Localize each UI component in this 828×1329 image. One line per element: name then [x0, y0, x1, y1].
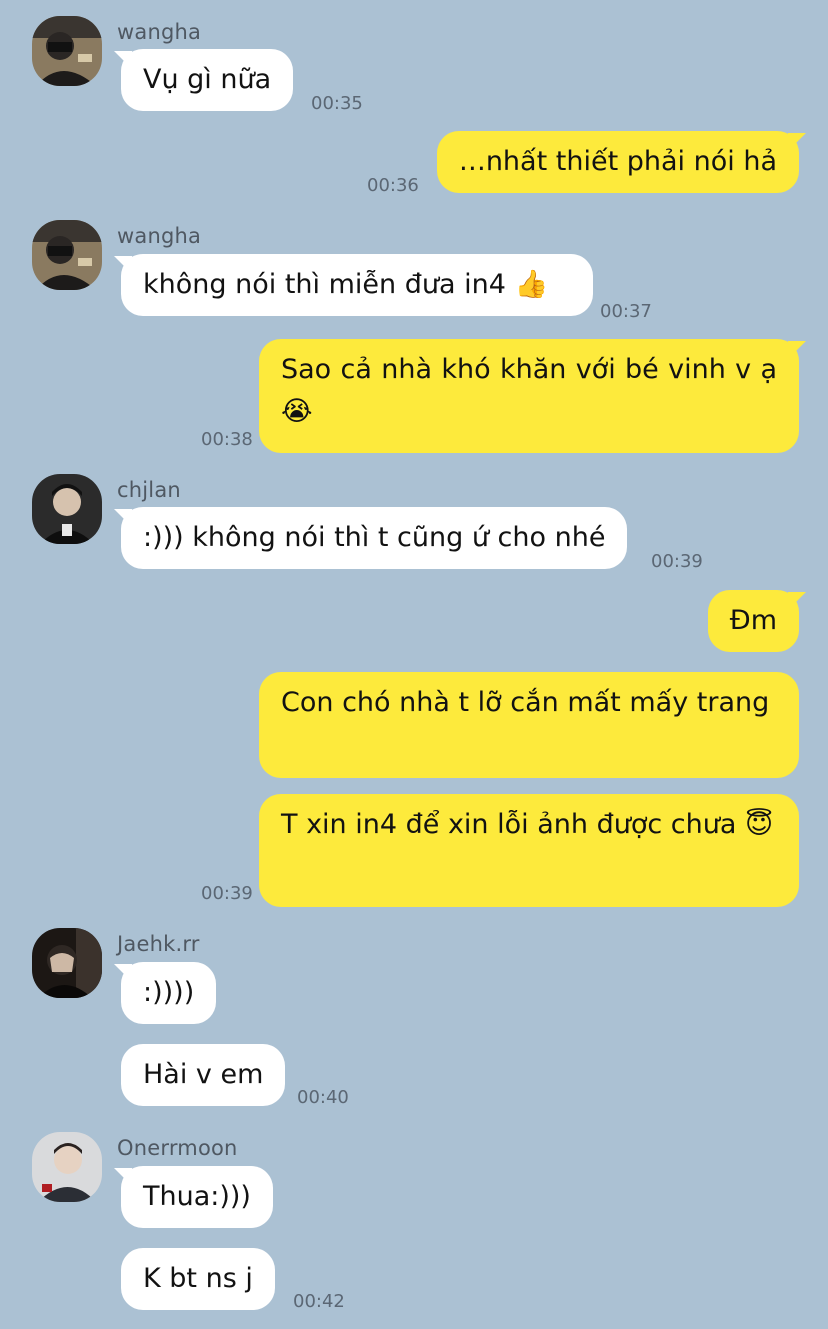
message-bubble[interactable]: T xin in4 để xin lỗi ảnh được chưa 😇 [259, 794, 799, 907]
message-text: …nhất thiết phải nói hả [458, 146, 777, 177]
message-text: T xin in4 để xin lỗi ảnh được chưa 😇 [281, 809, 774, 840]
avatar-wangha[interactable] [32, 220, 102, 290]
message-text: Hài v em [143, 1059, 264, 1090]
message-bubble[interactable]: K bt ns j [121, 1248, 275, 1310]
message-bubble[interactable]: Con chó nhà t lỡ cắn mất mấy trang [259, 672, 799, 778]
avatar-onerrmoon[interactable] [32, 1132, 102, 1202]
message-text: Sao cả nhà khó khăn với bé vinh v ạ😭 [281, 354, 777, 427]
sender-name: wangha [117, 224, 202, 248]
message-time: 00:37 [600, 301, 652, 322]
message-text: K bt ns j [143, 1263, 253, 1294]
message-bubble[interactable]: Vụ gì nữa [121, 49, 294, 111]
avatar-jaehk[interactable] [32, 928, 102, 998]
message-time: 00:38 [201, 429, 253, 450]
message-text: :)))) [143, 977, 195, 1008]
message-bubble[interactable]: :))) không nói thì t cũng ứ cho nhé [121, 507, 628, 569]
message-time: 00:42 [293, 1291, 345, 1312]
sender-name: Onerrmoon [117, 1136, 238, 1160]
sender-name: chjlan [117, 478, 181, 502]
message-bubble[interactable]: Đm [707, 590, 799, 652]
message-bubble[interactable]: Thua:))) [121, 1166, 273, 1228]
chat-room: wangha Vụ gì nữa 00:35 00:36 …nhất thiết… [0, 0, 828, 1329]
sender-name: wangha [117, 20, 202, 44]
message-time: 00:40 [297, 1087, 349, 1108]
message-text: không nói thì miễn đưa in4 👍 [143, 269, 549, 300]
message-time: 00:39 [201, 883, 253, 904]
message-time: 00:36 [367, 175, 419, 196]
avatar-wangha[interactable] [32, 16, 102, 86]
message-bubble[interactable]: :)))) [121, 962, 217, 1024]
message-bubble[interactable]: Sao cả nhà khó khăn với bé vinh v ạ😭 [259, 339, 799, 453]
sender-name: Jaehk.rr [117, 932, 200, 956]
message-bubble[interactable]: Hài v em [121, 1044, 286, 1106]
message-text: Đm [729, 605, 777, 636]
message-time: 00:35 [311, 93, 363, 114]
message-text: Con chó nhà t lỡ cắn mất mấy trang [281, 687, 770, 718]
message-time: 00:39 [651, 551, 703, 572]
message-text: Thua:))) [143, 1181, 251, 1212]
message-bubble[interactable]: …nhất thiết phải nói hả [436, 131, 799, 193]
message-text: :))) không nói thì t cũng ứ cho nhé [143, 522, 606, 553]
message-text: Vụ gì nữa [143, 64, 272, 95]
avatar-chjlan[interactable] [32, 474, 102, 544]
message-bubble[interactable]: không nói thì miễn đưa in4 👍 [121, 254, 593, 316]
